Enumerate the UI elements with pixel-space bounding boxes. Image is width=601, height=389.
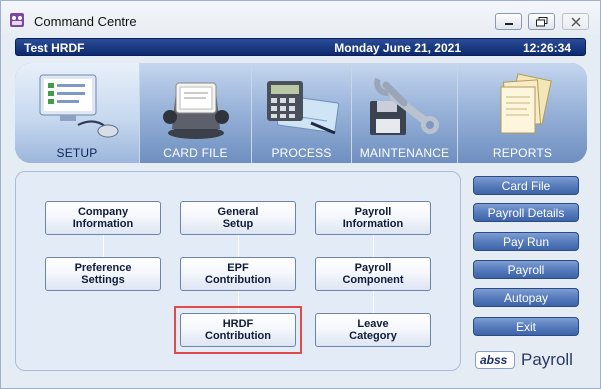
selection-highlight	[174, 306, 302, 354]
abss-logo-badge: abss	[475, 351, 515, 369]
close-icon	[570, 16, 581, 27]
tab-reports[interactable]: REPORTS	[457, 63, 587, 163]
current-time: 12:26:34	[522, 41, 571, 55]
button-line: EPF	[227, 262, 249, 274]
tab-label: CARD FILE	[163, 146, 228, 160]
tab-label: MAINTENANCE	[359, 146, 450, 160]
preference-settings-button[interactable]: Preference Settings	[45, 257, 161, 291]
payroll-information-button[interactable]: Payroll Information	[315, 201, 431, 235]
button-line: Category	[349, 330, 397, 342]
restore-button[interactable]	[528, 13, 555, 30]
button-line: Payroll	[354, 206, 392, 218]
pay-run-button[interactable]: Pay Run	[473, 232, 579, 251]
tab-maintenance[interactable]: MAINTENANCE	[351, 63, 457, 163]
button-line: Settings	[81, 274, 125, 286]
abss-payroll-logo: abss Payroll	[475, 348, 587, 374]
button-label: Payroll	[507, 262, 545, 277]
logo-product: Payroll	[521, 350, 573, 369]
tab-setup[interactable]: SETUP	[15, 63, 139, 163]
minimize-button[interactable]	[495, 13, 522, 30]
button-label: Payroll Details	[487, 205, 565, 220]
payroll-component-button[interactable]: Payroll Component	[315, 257, 431, 291]
payroll-button[interactable]: Payroll	[473, 260, 579, 279]
company-name: Test HRDF	[24, 41, 85, 55]
exit-button[interactable]: Exit	[473, 317, 579, 336]
button-label: Exit	[515, 319, 536, 334]
tab-label: SETUP	[56, 146, 98, 160]
button-line: Component	[342, 274, 404, 286]
wrench-disk-icon	[369, 77, 439, 135]
connector-line	[238, 234, 239, 258]
connector-line	[373, 289, 374, 313]
command-centre-window: Command Centre Test HRDF Monday June 21,…	[0, 0, 601, 389]
button-line: Preference	[74, 262, 132, 274]
calculator-check-icon	[266, 81, 339, 135]
connector-line	[103, 234, 104, 258]
leave-category-button[interactable]: Leave Category	[315, 313, 431, 347]
button-line: Information	[72, 218, 134, 230]
button-label: Autopay	[503, 290, 549, 305]
current-date: Monday June 21, 2021	[334, 41, 461, 55]
title-bar[interactable]: Command Centre	[1, 1, 600, 35]
button-label: Pay Run	[502, 234, 550, 249]
connector-line	[373, 234, 374, 258]
button-line: Setup	[222, 218, 254, 230]
card-file-button[interactable]: Card File	[473, 176, 579, 195]
minimize-icon	[504, 22, 513, 25]
header-bar: Test HRDF Monday June 21, 2021 12:26:34	[15, 38, 586, 56]
window-title: Command Centre	[34, 14, 137, 29]
tab-label: REPORTS	[492, 146, 553, 160]
button-line: Information	[342, 218, 404, 230]
button-line: Contribution	[205, 274, 271, 286]
rolodex-icon	[162, 82, 229, 139]
computer-checklist-icon	[39, 74, 119, 138]
close-button[interactable]	[562, 13, 589, 30]
button-line: General	[217, 206, 259, 218]
tab-process[interactable]: PROCESS	[251, 63, 351, 163]
button-label: Card File	[501, 178, 551, 193]
payroll-details-button[interactable]: Payroll Details	[473, 203, 579, 222]
module-tabs: SETUP CARD FILE PROCESS MAINTENANCE REPO…	[15, 63, 587, 163]
app-icon	[10, 13, 24, 27]
button-line: Payroll	[354, 262, 392, 274]
button-line: Leave	[357, 318, 389, 330]
documents-icon	[500, 73, 552, 134]
button-line: Company	[77, 206, 129, 218]
autopay-button[interactable]: Autopay	[473, 288, 579, 307]
logo-brand: abss	[480, 353, 508, 367]
restore-icon	[535, 16, 547, 26]
company-information-button[interactable]: Company Information	[45, 201, 161, 235]
general-setup-button[interactable]: General Setup	[180, 201, 296, 235]
tab-label: PROCESS	[271, 146, 332, 160]
epf-contribution-button[interactable]: EPF Contribution	[180, 257, 296, 291]
tab-card-file[interactable]: CARD FILE	[139, 63, 251, 163]
